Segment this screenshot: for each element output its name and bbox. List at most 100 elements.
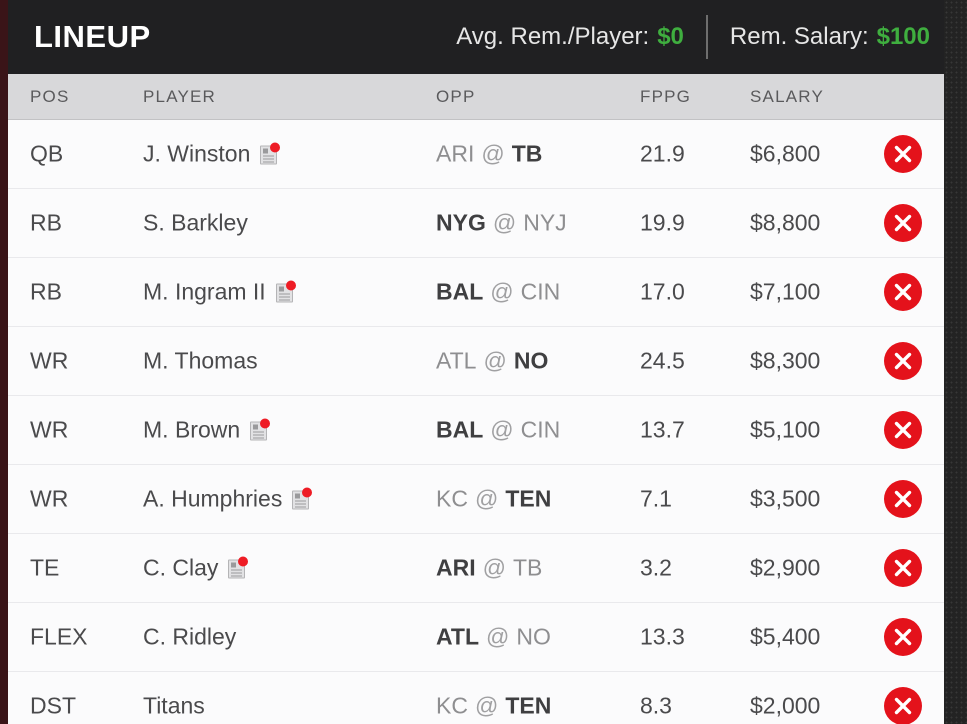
remove-player-button[interactable] xyxy=(884,204,922,242)
news-alert-dot-icon xyxy=(260,418,271,428)
lineup-rows: QB J. Winston ARI @ TB 21.9 $6,800 RB S. Barkley… xyxy=(8,120,944,724)
cell-opponent: KC @ TEN xyxy=(436,486,551,513)
cell-player[interactable]: M. Brown xyxy=(143,417,271,444)
lineup-content: LINEUP Avg. Rem./Player: $0 Rem. Salary:… xyxy=(8,0,944,724)
opp-home-team: TEN xyxy=(505,692,552,719)
cell-salary: $8,800 xyxy=(750,209,821,236)
opp-at-symbol: @ xyxy=(474,692,499,719)
opp-home-team: TB xyxy=(511,140,543,167)
column-header-pos[interactable]: POS xyxy=(30,87,70,107)
opp-at-symbol: @ xyxy=(490,416,514,443)
cell-player[interactable]: C. Clay xyxy=(143,554,249,582)
player-name: C. Clay xyxy=(143,554,219,581)
close-icon xyxy=(894,283,912,301)
cell-player[interactable]: Titans xyxy=(143,693,205,720)
cell-player[interactable]: C. Ridley xyxy=(143,624,236,651)
table-row[interactable]: TE C. Clay ARI @ TB 3.2 $2,900 xyxy=(8,534,944,603)
remove-player-button[interactable] xyxy=(884,342,922,380)
cell-position: TE xyxy=(30,554,60,581)
opp-away-team: NYG xyxy=(436,209,486,236)
table-row[interactable]: DST Titans KC @ TEN 8.3 $2,000 xyxy=(8,672,944,724)
avg-remaining-label: Avg. Rem./Player: xyxy=(456,23,650,50)
player-name: S. Barkley xyxy=(143,209,248,236)
remove-player-button[interactable] xyxy=(884,135,922,173)
opp-away-team: KC xyxy=(436,692,468,719)
avg-remaining-value: $0 xyxy=(657,23,684,50)
cell-position: WR xyxy=(30,416,69,443)
news-icon[interactable] xyxy=(275,280,296,303)
close-icon xyxy=(894,559,912,577)
cell-salary: $8,300 xyxy=(750,347,821,374)
player-name: C. Ridley xyxy=(143,623,237,650)
cell-salary: $5,400 xyxy=(750,623,821,650)
opp-away-team: KC xyxy=(436,485,468,512)
scrollbar-gutter[interactable] xyxy=(944,0,967,724)
table-row[interactable]: RB S. Barkley NYG @ NYJ 19.9 $8,800 xyxy=(8,189,944,258)
remove-player-button[interactable] xyxy=(884,273,922,311)
column-header-salary[interactable]: SALARY xyxy=(750,87,824,107)
remove-player-button[interactable] xyxy=(884,687,922,724)
cell-opponent: ATL @ NO xyxy=(436,624,551,651)
opp-at-symbol: @ xyxy=(482,554,506,581)
cell-salary: $2,900 xyxy=(750,554,821,581)
opp-at-symbol: @ xyxy=(492,209,517,236)
cell-player[interactable]: J. Winston xyxy=(143,141,281,168)
cell-opponent: NYG @ NYJ xyxy=(436,210,567,237)
column-header-fppg[interactable]: FPPG xyxy=(640,87,691,107)
table-row[interactable]: WR M. Thomas ATL @ NO 24.5 $8,300 xyxy=(8,327,944,396)
opp-at-symbol: @ xyxy=(486,623,510,650)
cell-player[interactable]: M. Thomas xyxy=(143,348,258,375)
cell-fppg: 13.7 xyxy=(640,416,685,443)
opp-home-team: CIN xyxy=(520,278,561,305)
news-icon[interactable] xyxy=(228,556,249,579)
cell-fppg: 8.3 xyxy=(640,692,672,719)
remove-player-button[interactable] xyxy=(884,549,922,587)
opp-away-team: BAL xyxy=(436,278,484,305)
remove-player-button[interactable] xyxy=(884,411,922,449)
opp-home-team: CIN xyxy=(520,416,561,443)
cell-fppg: 24.5 xyxy=(640,347,685,374)
table-row[interactable]: RB M. Ingram II BAL @ CIN 17.0 $7,100 xyxy=(8,258,944,327)
opp-home-team: TB xyxy=(512,554,543,581)
opp-home-team: TEN xyxy=(505,485,552,512)
opp-away-team: ARI xyxy=(436,140,475,167)
table-row[interactable]: WR A. Humphries KC @ TEN 7.1 $3,500 xyxy=(8,465,944,534)
lineup-panel: LINEUP Avg. Rem./Player: $0 Rem. Salary:… xyxy=(0,0,967,724)
close-icon xyxy=(894,697,912,715)
remove-player-button[interactable] xyxy=(884,480,922,518)
cell-position: QB xyxy=(30,140,64,167)
opp-away-team: ARI xyxy=(436,554,476,581)
cell-opponent: BAL @ CIN xyxy=(436,279,560,306)
opp-at-symbol: @ xyxy=(483,347,507,374)
column-header-opp[interactable]: OPP xyxy=(436,87,476,107)
cell-player[interactable]: S. Barkley xyxy=(143,210,248,237)
column-header-player[interactable]: PLAYER xyxy=(143,87,216,107)
cell-fppg: 3.2 xyxy=(640,554,672,581)
remaining-salary-value: $100 xyxy=(876,23,930,50)
left-accent-rail xyxy=(0,0,8,724)
cell-player[interactable]: M. Ingram II xyxy=(143,278,296,306)
lineup-header: LINEUP Avg. Rem./Player: $0 Rem. Salary:… xyxy=(8,0,944,74)
cell-position: DST xyxy=(30,692,76,719)
cell-opponent: KC @ TEN xyxy=(436,693,551,720)
cell-player[interactable]: A. Humphries xyxy=(143,486,313,513)
cell-opponent: BAL @ CIN xyxy=(436,417,560,444)
cell-position: RB xyxy=(30,278,62,305)
opp-home-team: NYJ xyxy=(523,209,567,236)
cell-salary: $2,000 xyxy=(750,692,821,719)
header-divider xyxy=(705,15,708,59)
table-row[interactable]: FLEX C. Ridley ATL @ NO 13.3 $5,400 xyxy=(8,603,944,672)
table-row[interactable]: QB J. Winston ARI @ TB 21.9 $6,800 xyxy=(8,120,944,189)
player-name: M. Ingram II xyxy=(143,278,266,305)
cell-salary: $7,100 xyxy=(750,278,821,305)
close-icon xyxy=(894,628,912,646)
news-icon[interactable] xyxy=(292,487,313,510)
news-icon[interactable] xyxy=(250,418,271,441)
cell-position: FLEX xyxy=(30,623,88,650)
remove-player-button[interactable] xyxy=(884,618,922,656)
cell-opponent: ARI @ TB xyxy=(436,555,542,582)
news-alert-dot-icon xyxy=(270,142,281,152)
news-alert-dot-icon xyxy=(285,280,296,290)
news-icon[interactable] xyxy=(260,142,281,165)
table-row[interactable]: WR M. Brown BAL @ CIN 13.7 $5,100 xyxy=(8,396,944,465)
